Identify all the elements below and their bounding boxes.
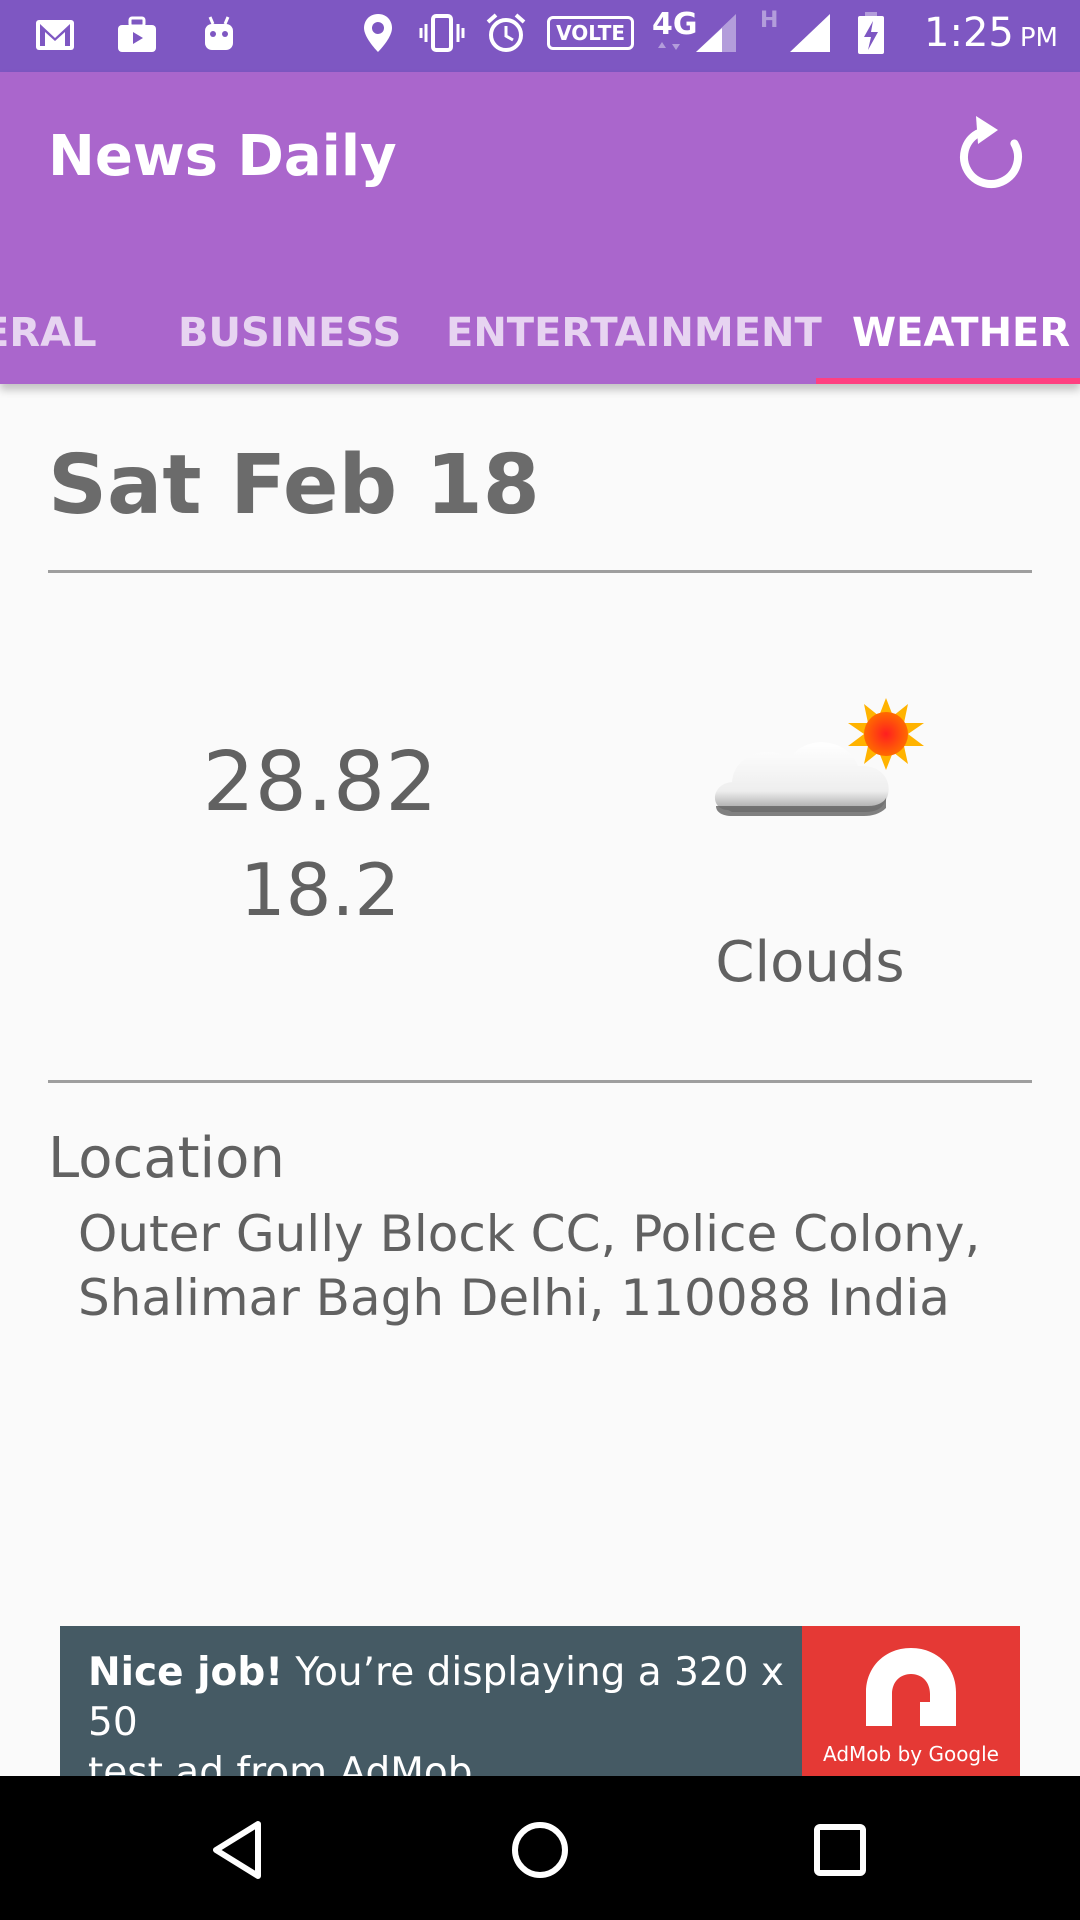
divider-bottom bbox=[48, 1080, 1032, 1083]
signal-4g-icon: 4G bbox=[652, 10, 738, 56]
alarm-icon bbox=[483, 10, 529, 56]
location-line-1: Outer Gully Block CC, Police Colony, bbox=[78, 1205, 981, 1263]
ad-headline: Nice job! bbox=[88, 1650, 284, 1695]
ad-message: Nice job! You’re displaying a 320 x 50 t… bbox=[88, 1648, 808, 1776]
tab-entertainment[interactable]: ENTERTAINMENT bbox=[446, 282, 822, 384]
home-icon bbox=[512, 1822, 568, 1878]
back-button[interactable] bbox=[200, 1810, 280, 1890]
weather-date: Sat Feb 18 bbox=[48, 438, 540, 533]
location-line-2: Shalimar Bagh Delhi, 110088 India bbox=[78, 1269, 950, 1327]
divider-top bbox=[48, 570, 1032, 573]
tab-business[interactable]: BUSINESS bbox=[178, 282, 401, 384]
status-clock: 1:25 PM bbox=[924, 10, 1058, 56]
refresh-button[interactable] bbox=[946, 112, 1036, 202]
volte-icon: VOLTE bbox=[547, 16, 635, 50]
temperature-max: 28.82 bbox=[202, 735, 438, 830]
temperature-min: 18.2 bbox=[239, 848, 401, 932]
recents-icon bbox=[814, 1824, 866, 1876]
tab-bar: ERAL BUSINESS ENTERTAINMENT WEATHER bbox=[0, 282, 1080, 384]
battery-charging-icon bbox=[854, 10, 888, 56]
signal-h-icon: H bbox=[756, 8, 836, 56]
status-bar: VOLTE 4G H 1:25 PM bbox=[0, 0, 1080, 72]
back-icon bbox=[213, 1821, 261, 1879]
briefcase-icon bbox=[114, 12, 160, 58]
location-icon bbox=[355, 10, 401, 56]
clock-time: 1:25 bbox=[924, 10, 1014, 56]
admob-brand: AdMob by Google bbox=[823, 1742, 999, 1766]
location-label: Location bbox=[48, 1126, 285, 1191]
admob-icon bbox=[866, 1648, 956, 1726]
tab-general[interactable]: ERAL bbox=[0, 282, 97, 384]
location-address: Outer Gully Block CC, Police Colony, Sha… bbox=[78, 1202, 1038, 1330]
app-bar: News Daily ERAL BUSINESS ENTERTAINMENT W… bbox=[0, 72, 1080, 384]
tab-indicator bbox=[816, 378, 1080, 384]
signal-h-label: H bbox=[760, 8, 779, 33]
status-bar-system: VOLTE 4G H 1:25 PM bbox=[355, 8, 1058, 56]
cloud-sun-icon bbox=[708, 688, 938, 828]
vibrate-icon bbox=[419, 10, 465, 56]
ad-text-line-2: test ad from AdMob. bbox=[88, 1750, 485, 1776]
ad-banner[interactable]: Nice job! You’re displaying a 320 x 50 t… bbox=[60, 1626, 1020, 1776]
android-icon bbox=[196, 12, 242, 58]
refresh-icon bbox=[960, 116, 1022, 188]
gmail-icon bbox=[32, 12, 78, 58]
status-bar-notifications bbox=[32, 12, 242, 58]
weather-condition: Clouds bbox=[715, 930, 905, 995]
app-title: News Daily bbox=[48, 124, 397, 189]
navigation-bar bbox=[0, 1776, 1080, 1920]
home-button[interactable] bbox=[500, 1810, 580, 1890]
admob-logo: AdMob by Google bbox=[802, 1626, 1020, 1776]
tab-weather[interactable]: WEATHER bbox=[852, 282, 1070, 384]
network-type-label: 4G bbox=[652, 7, 698, 42]
clock-ampm: PM bbox=[1019, 23, 1058, 53]
recents-button[interactable] bbox=[800, 1810, 880, 1890]
